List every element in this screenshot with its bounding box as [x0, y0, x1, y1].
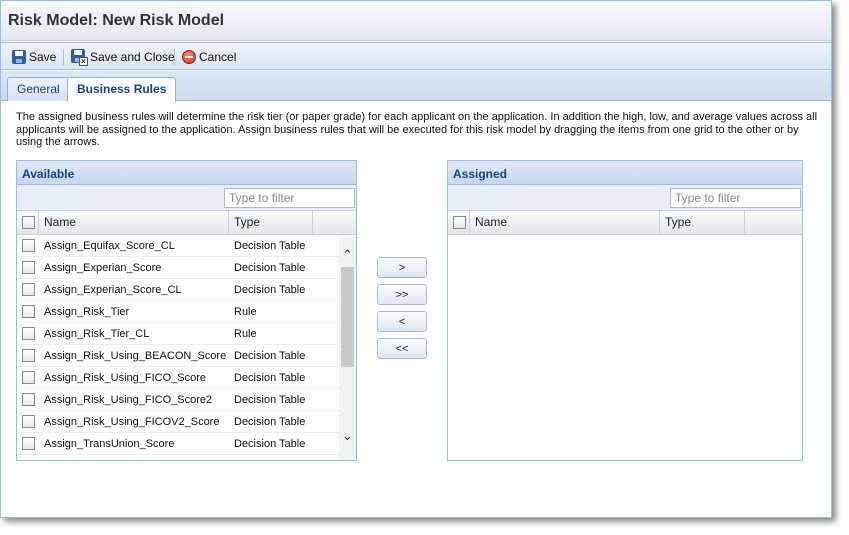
available-select-all-checkbox[interactable] — [22, 216, 35, 229]
tab-strip: General Business Rules — [1, 71, 831, 102]
available-scrollbar[interactable]: ⌃ ⌄ — [339, 237, 356, 460]
rule-name: Assign_Risk_Using_FICO_Score — [44, 372, 207, 384]
instructions-text: The assigned business rules will determi… — [16, 111, 818, 148]
row-checkbox[interactable] — [22, 437, 35, 450]
rule-type: Decision Table — [234, 240, 306, 252]
rule-name: Assign_TransUnion_Score — [44, 438, 175, 450]
add-selected-button[interactable]: > — [377, 257, 427, 278]
row-checkbox[interactable] — [22, 371, 35, 384]
assigned-filter-input[interactable] — [670, 188, 801, 208]
list-item[interactable]: Assign_Equifax_Score_CL Decision Table — [17, 235, 356, 257]
remove-all-button[interactable]: << — [377, 338, 427, 359]
save-and-close-button[interactable]: × Save and Close — [71, 48, 175, 66]
list-item[interactable]: Assign_Risk_Using_FICOV2_Score Decision T… — [17, 411, 356, 433]
rule-type: Decision Table — [234, 350, 306, 362]
rule-type: Decision Table — [234, 438, 306, 450]
rule-type: Decision Table — [234, 372, 306, 384]
toolbar-separator — [63, 49, 64, 65]
rule-name: Assign_Risk_Using_FICOV2_Score — [44, 416, 220, 428]
rule-name: Assign_Risk_Using_BEACON_Score — [44, 350, 227, 362]
row-checkbox[interactable] — [22, 349, 35, 362]
column-header-name[interactable]: Name — [470, 211, 660, 234]
cancel-button[interactable]: Cancel — [182, 48, 236, 66]
list-item[interactable]: Assign_Risk_Using_FICO_Score2 Decision Ta… — [17, 389, 356, 411]
floppy-disk-icon — [12, 50, 26, 64]
cancel-button-label: Cancel — [199, 50, 237, 64]
list-item[interactable]: Assign_Experian_Score_CL Decision Table — [17, 279, 356, 301]
rule-name: Assign_Experian_Score — [44, 262, 162, 274]
row-checkbox[interactable] — [22, 415, 35, 428]
available-rows: Assign_Equifax_Score_CL Decision Table As… — [17, 235, 356, 455]
remove-selected-button[interactable]: < — [377, 311, 427, 332]
select-all-cell — [17, 211, 39, 234]
toolbar-separator — [174, 49, 175, 65]
rule-type: Rule — [234, 306, 257, 318]
column-header-name[interactable]: Name — [39, 211, 229, 234]
rule-name: Assign_Risk_Using_FICO_Score2 — [44, 394, 213, 406]
cancel-icon — [182, 50, 196, 64]
rule-type: Rule — [234, 328, 257, 340]
rule-name: Assign_Experian_Score_CL — [44, 284, 182, 296]
list-item[interactable]: Assign_Risk_Using_BEACON_Score Decision T… — [17, 345, 356, 367]
list-item[interactable]: Assign_TransUnion_Score Decision Table — [17, 433, 356, 455]
column-header-type[interactable]: Type — [660, 211, 745, 234]
available-filter-input[interactable] — [224, 188, 355, 208]
assigned-grid-title: Assigned — [448, 161, 802, 185]
list-item[interactable]: Assign_Risk_Using_FICO_Score Decision Tab… — [17, 367, 356, 389]
scroll-thumb[interactable] — [341, 267, 354, 367]
window-title: Risk Model: New Risk Model — [8, 12, 225, 29]
row-checkbox[interactable] — [22, 261, 35, 274]
row-checkbox[interactable] — [22, 393, 35, 406]
available-column-headers: Name Type — [17, 211, 356, 235]
rule-name: Assign_Risk_Tier_CL — [44, 328, 150, 340]
floppy-disk-close-icon: × — [71, 49, 88, 66]
row-checkbox[interactable] — [22, 327, 35, 340]
save-button[interactable]: Save — [12, 48, 56, 66]
assigned-column-headers: Name Type — [448, 211, 802, 235]
chevron-down-icon[interactable]: ⌄ — [339, 427, 356, 444]
available-grid-title: Available — [17, 161, 356, 185]
assigned-filter-bar — [448, 185, 802, 211]
column-header-type[interactable]: Type — [229, 211, 313, 234]
rule-name: Assign_Equifax_Score_CL — [44, 240, 175, 252]
rule-type: Decision Table — [234, 394, 306, 406]
available-grid: Available Name Type Assign_Equifax_Score… — [16, 160, 357, 461]
chevron-up-icon[interactable]: ⌃ — [339, 246, 356, 263]
assigned-select-all-checkbox[interactable] — [453, 216, 466, 229]
list-item[interactable]: Assign_Experian_Score Decision Table — [17, 257, 356, 279]
save-button-label: Save — [29, 50, 57, 64]
list-item[interactable]: Assign_Risk_Tier Rule — [17, 301, 356, 323]
toolbar: Save × Save and Close Cancel — [1, 42, 831, 70]
assigned-grid: Assigned Name Type — [447, 160, 803, 461]
row-checkbox[interactable] — [22, 239, 35, 252]
list-item[interactable]: Assign_Risk_Tier_CL Rule — [17, 323, 356, 345]
row-checkbox[interactable] — [22, 305, 35, 318]
select-all-cell — [448, 211, 470, 234]
available-filter-bar — [17, 185, 356, 211]
tab-general[interactable]: General — [7, 77, 70, 101]
rule-type: Decision Table — [234, 262, 306, 274]
save-and-close-button-label: Save and Close — [90, 50, 175, 64]
add-all-button[interactable]: >> — [377, 284, 427, 305]
title-bar: Risk Model: New Risk Model — [1, 1, 831, 41]
tab-business-rules[interactable]: Business Rules — [67, 77, 177, 102]
rule-type: Decision Table — [234, 416, 306, 428]
risk-model-window: Risk Model: New Risk Model Save × Save a… — [0, 0, 832, 518]
rule-type: Decision Table — [234, 284, 306, 296]
rule-name: Assign_Risk_Tier — [44, 306, 130, 318]
row-checkbox[interactable] — [22, 283, 35, 296]
